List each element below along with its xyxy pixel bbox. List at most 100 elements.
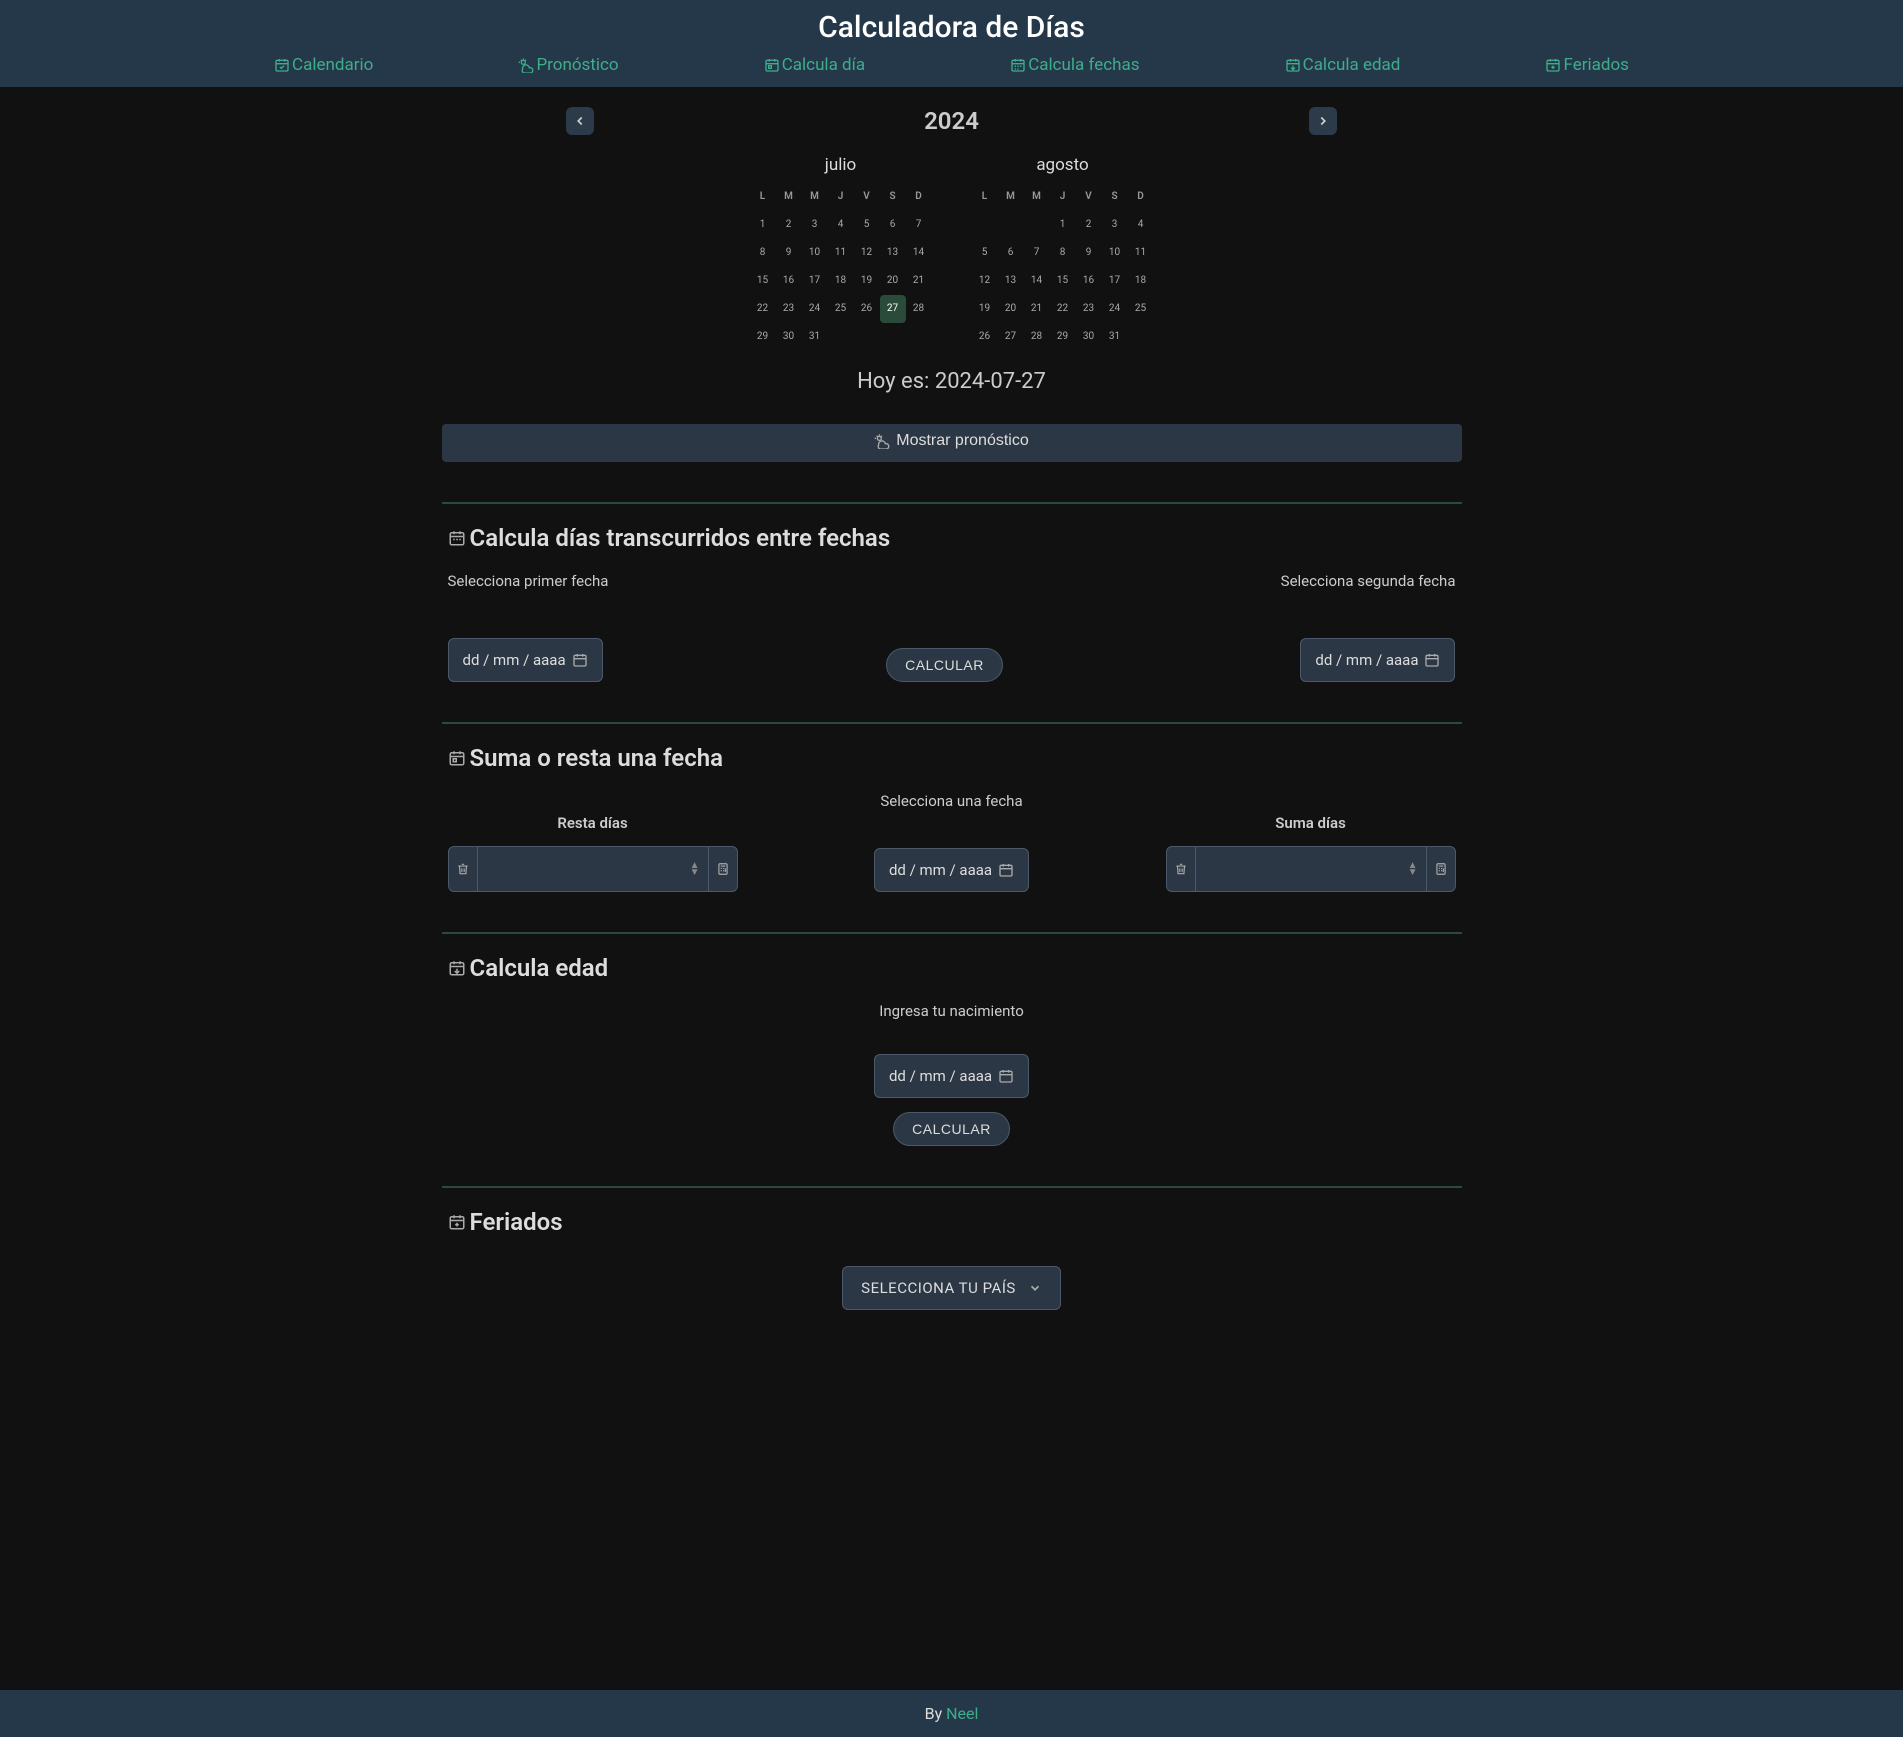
next-year-button[interactable] <box>1309 107 1337 135</box>
calendar-day[interactable]: 16 <box>776 267 802 295</box>
calendar-day[interactable]: 7 <box>1024 239 1050 267</box>
calendar-day[interactable]: 13 <box>880 239 906 267</box>
calendar-day[interactable]: 30 <box>1076 323 1102 351</box>
calendar-day[interactable]: 30 <box>776 323 802 351</box>
calendar-icon <box>998 862 1014 878</box>
calendar-day[interactable]: 16 <box>1076 267 1102 295</box>
show-forecast-button[interactable]: Mostrar pronóstico <box>442 424 1462 462</box>
country-select[interactable]: SELECCIONA TU PAÍS <box>842 1266 1061 1310</box>
nav-calcula-fechas[interactable]: Calcula fechas <box>1010 55 1139 75</box>
calendar-day[interactable]: 4 <box>1128 211 1154 239</box>
calendar-day[interactable]: 9 <box>776 239 802 267</box>
date-placeholder: dd / mm / aaaa <box>463 651 566 669</box>
calendar-day[interactable]: 23 <box>1076 295 1102 323</box>
nav-label: Calendario <box>292 55 373 75</box>
calendar-day[interactable]: 19 <box>972 295 998 323</box>
first-date-input[interactable]: dd / mm / aaaa <box>448 638 603 682</box>
calendar-day[interactable]: 20 <box>880 267 906 295</box>
calendar-day[interactable]: 14 <box>1024 267 1050 295</box>
apply-add-button[interactable] <box>1426 846 1456 892</box>
calendar-day[interactable]: 13 <box>998 267 1024 295</box>
calendar-day[interactable]: 15 <box>1050 267 1076 295</box>
calendar-day[interactable]: 12 <box>972 267 998 295</box>
add-days-input[interactable]: ▲▼ <box>1196 846 1426 892</box>
calendar-day[interactable]: 24 <box>1102 295 1128 323</box>
prev-year-button[interactable] <box>566 107 594 135</box>
calendar-day[interactable]: 4 <box>828 211 854 239</box>
clear-add-button[interactable] <box>1166 846 1196 892</box>
calendar-day[interactable]: 3 <box>1102 211 1128 239</box>
calculate-age-button[interactable]: CALCULAR <box>893 1112 1010 1146</box>
footer-author-link[interactable]: Neel <box>946 1704 978 1723</box>
calendar-day[interactable]: 25 <box>828 295 854 323</box>
calendar-day[interactable]: 26 <box>972 323 998 351</box>
subtract-days-input[interactable]: ▲▼ <box>478 846 708 892</box>
calendar-day[interactable]: 12 <box>854 239 880 267</box>
calendar-star-icon <box>1545 57 1561 73</box>
divider <box>442 502 1462 504</box>
calendar-day[interactable]: 11 <box>828 239 854 267</box>
calendar-day[interactable]: 22 <box>1050 295 1076 323</box>
month-label: julio <box>750 155 932 175</box>
calendar-day[interactable]: 18 <box>828 267 854 295</box>
field-label: Resta días <box>557 814 627 832</box>
nav-calendario[interactable]: Calendario <box>274 55 373 75</box>
calendar-day[interactable]: 25 <box>1128 295 1154 323</box>
calendar-day[interactable]: 2 <box>776 211 802 239</box>
calendar-day[interactable]: 15 <box>750 267 776 295</box>
calendar-day[interactable]: 18 <box>1128 267 1154 295</box>
calendar-day[interactable]: 29 <box>750 323 776 351</box>
calendar-day[interactable]: 1 <box>1050 211 1076 239</box>
calendar-day[interactable]: 29 <box>1050 323 1076 351</box>
calendar-day[interactable]: 27 <box>880 295 906 323</box>
calendar-empty <box>972 211 998 239</box>
calendar-day[interactable]: 10 <box>802 239 828 267</box>
second-date-input[interactable]: dd / mm / aaaa <box>1300 638 1455 682</box>
clear-subtract-button[interactable] <box>448 846 478 892</box>
button-label: Mostrar pronóstico <box>896 432 1029 450</box>
nav-calcula-dia[interactable]: Calcula día <box>764 55 865 75</box>
calculate-dates-button[interactable]: CALCULAR <box>886 648 1003 682</box>
calendar-day[interactable]: 17 <box>802 267 828 295</box>
addsub-date-input[interactable]: dd / mm / aaaa <box>874 848 1029 892</box>
calendar-day[interactable]: 17 <box>1102 267 1128 295</box>
trash-icon <box>456 862 470 876</box>
nav-feriados[interactable]: Feriados <box>1545 55 1628 75</box>
calendar-day[interactable]: 21 <box>1024 295 1050 323</box>
calendar-day[interactable]: 28 <box>1024 323 1050 351</box>
select-label: SELECCIONA TU PAÍS <box>861 1279 1016 1297</box>
nav-pronostico[interactable]: Pronóstico <box>518 55 618 75</box>
calendar-day[interactable]: 8 <box>750 239 776 267</box>
calendar-day[interactable]: 11 <box>1128 239 1154 267</box>
calendar-day[interactable]: 8 <box>1050 239 1076 267</box>
calendar-day[interactable]: 24 <box>802 295 828 323</box>
calendar-day[interactable]: 20 <box>998 295 1024 323</box>
calendar-day[interactable]: 7 <box>906 211 932 239</box>
calendar-day[interactable]: 22 <box>750 295 776 323</box>
calendar-day[interactable]: 14 <box>906 239 932 267</box>
calendar-day[interactable]: 10 <box>1102 239 1128 267</box>
calendar-download-icon <box>1285 57 1301 73</box>
calendar-day[interactable]: 23 <box>776 295 802 323</box>
calendar-day[interactable]: 31 <box>802 323 828 351</box>
calendar-day[interactable]: 9 <box>1076 239 1102 267</box>
calendar-grid: LMMJVSD123456789101112131415161718192021… <box>750 183 932 351</box>
calendar-day[interactable]: 6 <box>880 211 906 239</box>
calendar-star-icon <box>448 1213 466 1231</box>
calendar-day[interactable]: 28 <box>906 295 932 323</box>
calendar-day[interactable]: 31 <box>1102 323 1128 351</box>
calendar-day[interactable]: 5 <box>972 239 998 267</box>
apply-subtract-button[interactable] <box>708 846 738 892</box>
calendar-day[interactable]: 6 <box>998 239 1024 267</box>
calendar-day[interactable]: 1 <box>750 211 776 239</box>
nav-calcula-edad[interactable]: Calcula edad <box>1285 55 1401 75</box>
calendar-day[interactable]: 27 <box>998 323 1024 351</box>
calendar-day[interactable]: 3 <box>802 211 828 239</box>
calendar-day[interactable]: 26 <box>854 295 880 323</box>
field-label: Selecciona una fecha <box>880 792 1022 810</box>
calendar-day[interactable]: 2 <box>1076 211 1102 239</box>
calendar-day[interactable]: 5 <box>854 211 880 239</box>
birthdate-input[interactable]: dd / mm / aaaa <box>874 1054 1029 1098</box>
calendar-day[interactable]: 21 <box>906 267 932 295</box>
calendar-day[interactable]: 19 <box>854 267 880 295</box>
